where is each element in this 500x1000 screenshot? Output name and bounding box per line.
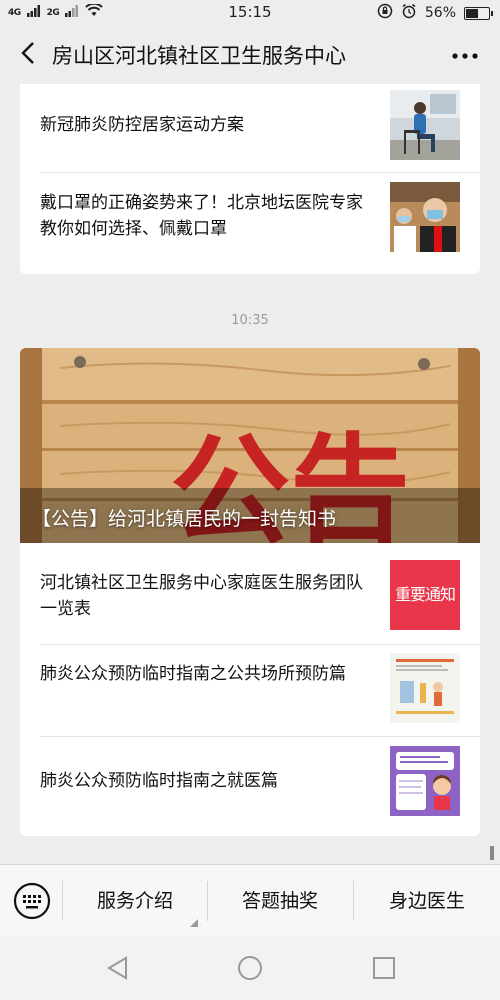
square-recents-icon [373, 957, 395, 979]
article-title: 肺炎公众预防临时指南之就医篇 [40, 771, 278, 791]
article-card-previous: 新冠肺炎防控居家运动方案 戴口罩的正确姿势来了！北京地坛医院专家教你如何选择、佩… [20, 84, 480, 274]
nav-recents-button[interactable] [370, 954, 398, 982]
article-thumbnail: 重要通知 [390, 560, 460, 630]
more-options-button[interactable] [452, 40, 478, 64]
nav-back-button[interactable] [104, 954, 132, 982]
divider [40, 736, 480, 737]
divider [40, 644, 480, 645]
menu-nearby-doctor[interactable]: 身边医生 [354, 865, 500, 937]
article-item[interactable]: 新冠肺炎防控居家运动方案 [40, 90, 460, 162]
bottom-menu-bar: 服务介绍 答题抽奖 身边医生 [0, 864, 500, 937]
article-thumbnail [390, 90, 460, 160]
status-right: 56% [377, 3, 493, 23]
page-title: 房山区河北镇社区卫生服务中心 [52, 44, 346, 68]
cover-article[interactable]: 公告 【公告】给河北镇居民的一封告知书 [20, 348, 480, 543]
menu-quiz-lottery[interactable]: 答题抽奖 [208, 865, 352, 937]
scroll-indicator[interactable] [490, 846, 494, 860]
article-item[interactable]: 河北镇社区卫生服务中心家庭医生服务团队一览表 重要通知 [40, 560, 460, 632]
chevron-left-icon [21, 42, 34, 64]
article-item[interactable]: 肺炎公众预防临时指南之公共场所预防篇 [40, 653, 460, 725]
article-item[interactable]: 戴口罩的正确姿势来了！北京地坛医院专家教你如何选择、佩戴口罩 [40, 182, 460, 254]
important-notice-badge: 重要通知 [390, 560, 460, 630]
alarm-icon [401, 3, 417, 23]
public-places-guide-icon [390, 653, 460, 723]
more-dots-icon [452, 53, 478, 59]
cover-headline: 【公告】给河北镇居民的一封告知书 [32, 508, 337, 530]
menu-service-intro[interactable]: 服务介绍 [63, 865, 207, 937]
article-card-main: 公告 【公告】给河北镇居民的一封告知书 河北镇社区卫生服务中心家庭医生服务团队一… [20, 348, 480, 836]
back-button[interactable] [14, 38, 44, 68]
exercise-photo-icon [390, 90, 460, 160]
triangle-back-icon [107, 956, 127, 980]
submenu-indicator-icon [190, 919, 198, 927]
status-bar: 4G 2G 15:15 56% [0, 0, 500, 26]
article-title: 新冠肺炎防控居家运动方案 [40, 115, 244, 135]
nav-home-button[interactable] [236, 954, 264, 982]
keyboard-icon [13, 882, 51, 920]
article-thumbnail [390, 746, 460, 816]
title-bar: 房山区河北镇社区卫生服务中心 [0, 26, 500, 84]
lock-rotation-icon [377, 3, 393, 23]
article-item[interactable]: 肺炎公众预防临时指南之就医篇 [40, 746, 460, 818]
article-title: 河北镇社区卫生服务中心家庭医生服务团队一览表 [40, 573, 363, 619]
medical-visit-guide-icon [390, 746, 460, 816]
message-timestamp: 10:35 [231, 313, 269, 328]
article-title: 肺炎公众预防临时指南之公共场所预防篇 [40, 664, 346, 684]
article-title: 戴口罩的正确姿势来了！北京地坛医院专家教你如何选择、佩戴口罩 [40, 193, 363, 239]
battery-icon [464, 6, 493, 20]
article-thumbnail [390, 653, 460, 723]
doctor-mask-photo-icon [390, 182, 460, 252]
divider [40, 172, 480, 173]
article-thumbnail [390, 182, 460, 252]
system-nav-bar [0, 936, 500, 1000]
battery-percent: 56% [424, 5, 456, 21]
keyboard-toggle-button[interactable] [12, 881, 52, 921]
circle-home-icon [238, 956, 262, 980]
